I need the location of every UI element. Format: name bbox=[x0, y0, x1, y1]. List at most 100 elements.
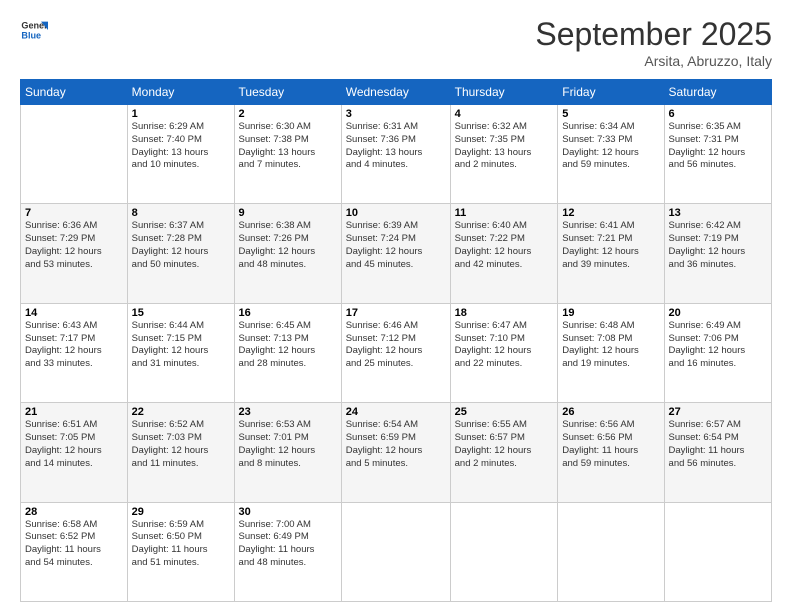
week-row: 7Sunrise: 6:36 AMSunset: 7:29 PMDaylight… bbox=[21, 204, 772, 303]
day-info: Sunrise: 6:49 AMSunset: 7:06 PMDaylight:… bbox=[669, 320, 767, 371]
day-info: Sunrise: 6:37 AMSunset: 7:28 PMDaylight:… bbox=[132, 220, 230, 271]
day-number: 8 bbox=[132, 207, 230, 219]
title-block: September 2025 Arsita, Abruzzo, Italy bbox=[535, 16, 772, 69]
table-row: 19Sunrise: 6:48 AMSunset: 7:08 PMDayligh… bbox=[558, 303, 664, 402]
table-row: 3Sunrise: 6:31 AMSunset: 7:36 PMDaylight… bbox=[341, 105, 450, 204]
table-row: 12Sunrise: 6:41 AMSunset: 7:21 PMDayligh… bbox=[558, 204, 664, 303]
day-number: 18 bbox=[455, 307, 554, 319]
table-row: 2Sunrise: 6:30 AMSunset: 7:38 PMDaylight… bbox=[234, 105, 341, 204]
day-number: 1 bbox=[132, 108, 230, 120]
table-row: 25Sunrise: 6:55 AMSunset: 6:57 PMDayligh… bbox=[450, 403, 558, 502]
table-row bbox=[558, 502, 664, 601]
table-row: 7Sunrise: 6:36 AMSunset: 7:29 PMDaylight… bbox=[21, 204, 128, 303]
svg-text:Blue: Blue bbox=[21, 30, 41, 40]
calendar-table: Sunday Monday Tuesday Wednesday Thursday… bbox=[20, 79, 772, 602]
day-info: Sunrise: 6:47 AMSunset: 7:10 PMDaylight:… bbox=[455, 320, 554, 371]
table-row: 17Sunrise: 6:46 AMSunset: 7:12 PMDayligh… bbox=[341, 303, 450, 402]
day-info: Sunrise: 6:55 AMSunset: 6:57 PMDaylight:… bbox=[455, 419, 554, 470]
day-number: 19 bbox=[562, 307, 659, 319]
day-info: Sunrise: 6:46 AMSunset: 7:12 PMDaylight:… bbox=[346, 320, 446, 371]
day-number: 4 bbox=[455, 108, 554, 120]
table-row: 23Sunrise: 6:53 AMSunset: 7:01 PMDayligh… bbox=[234, 403, 341, 502]
table-row: 8Sunrise: 6:37 AMSunset: 7:28 PMDaylight… bbox=[127, 204, 234, 303]
day-info: Sunrise: 6:34 AMSunset: 7:33 PMDaylight:… bbox=[562, 121, 659, 172]
day-number: 13 bbox=[669, 207, 767, 219]
day-number: 3 bbox=[346, 108, 446, 120]
table-row bbox=[341, 502, 450, 601]
day-info: Sunrise: 6:35 AMSunset: 7:31 PMDaylight:… bbox=[669, 121, 767, 172]
day-info: Sunrise: 6:41 AMSunset: 7:21 PMDaylight:… bbox=[562, 220, 659, 271]
col-wednesday: Wednesday bbox=[341, 80, 450, 105]
day-number: 15 bbox=[132, 307, 230, 319]
table-row: 6Sunrise: 6:35 AMSunset: 7:31 PMDaylight… bbox=[664, 105, 771, 204]
col-saturday: Saturday bbox=[664, 80, 771, 105]
month-title: September 2025 bbox=[535, 16, 772, 53]
day-number: 21 bbox=[25, 406, 123, 418]
day-info: Sunrise: 6:31 AMSunset: 7:36 PMDaylight:… bbox=[346, 121, 446, 172]
col-sunday: Sunday bbox=[21, 80, 128, 105]
logo: General Blue bbox=[20, 16, 48, 44]
day-info: Sunrise: 6:36 AMSunset: 7:29 PMDaylight:… bbox=[25, 220, 123, 271]
day-info: Sunrise: 6:30 AMSunset: 7:38 PMDaylight:… bbox=[239, 121, 337, 172]
table-row bbox=[21, 105, 128, 204]
day-info: Sunrise: 6:51 AMSunset: 7:05 PMDaylight:… bbox=[25, 419, 123, 470]
day-info: Sunrise: 6:59 AMSunset: 6:50 PMDaylight:… bbox=[132, 519, 230, 570]
day-number: 6 bbox=[669, 108, 767, 120]
general-blue-icon: General Blue bbox=[20, 16, 48, 44]
table-row: 11Sunrise: 6:40 AMSunset: 7:22 PMDayligh… bbox=[450, 204, 558, 303]
day-number: 5 bbox=[562, 108, 659, 120]
header: General Blue September 2025 Arsita, Abru… bbox=[20, 16, 772, 69]
week-row: 28Sunrise: 6:58 AMSunset: 6:52 PMDayligh… bbox=[21, 502, 772, 601]
table-row: 20Sunrise: 6:49 AMSunset: 7:06 PMDayligh… bbox=[664, 303, 771, 402]
day-info: Sunrise: 6:57 AMSunset: 6:54 PMDaylight:… bbox=[669, 419, 767, 470]
table-row: 15Sunrise: 6:44 AMSunset: 7:15 PMDayligh… bbox=[127, 303, 234, 402]
day-number: 27 bbox=[669, 406, 767, 418]
table-row: 13Sunrise: 6:42 AMSunset: 7:19 PMDayligh… bbox=[664, 204, 771, 303]
table-row: 14Sunrise: 6:43 AMSunset: 7:17 PMDayligh… bbox=[21, 303, 128, 402]
day-info: Sunrise: 7:00 AMSunset: 6:49 PMDaylight:… bbox=[239, 519, 337, 570]
col-friday: Friday bbox=[558, 80, 664, 105]
day-number: 12 bbox=[562, 207, 659, 219]
week-row: 21Sunrise: 6:51 AMSunset: 7:05 PMDayligh… bbox=[21, 403, 772, 502]
day-number: 28 bbox=[25, 506, 123, 518]
day-info: Sunrise: 6:42 AMSunset: 7:19 PMDaylight:… bbox=[669, 220, 767, 271]
day-info: Sunrise: 6:45 AMSunset: 7:13 PMDaylight:… bbox=[239, 320, 337, 371]
table-row: 22Sunrise: 6:52 AMSunset: 7:03 PMDayligh… bbox=[127, 403, 234, 502]
col-tuesday: Tuesday bbox=[234, 80, 341, 105]
table-row bbox=[450, 502, 558, 601]
day-number: 24 bbox=[346, 406, 446, 418]
day-info: Sunrise: 6:53 AMSunset: 7:01 PMDaylight:… bbox=[239, 419, 337, 470]
day-number: 22 bbox=[132, 406, 230, 418]
day-info: Sunrise: 6:32 AMSunset: 7:35 PMDaylight:… bbox=[455, 121, 554, 172]
table-row: 27Sunrise: 6:57 AMSunset: 6:54 PMDayligh… bbox=[664, 403, 771, 502]
day-number: 17 bbox=[346, 307, 446, 319]
week-row: 14Sunrise: 6:43 AMSunset: 7:17 PMDayligh… bbox=[21, 303, 772, 402]
day-info: Sunrise: 6:44 AMSunset: 7:15 PMDaylight:… bbox=[132, 320, 230, 371]
day-info: Sunrise: 6:58 AMSunset: 6:52 PMDaylight:… bbox=[25, 519, 123, 570]
table-row: 10Sunrise: 6:39 AMSunset: 7:24 PMDayligh… bbox=[341, 204, 450, 303]
day-number: 29 bbox=[132, 506, 230, 518]
day-info: Sunrise: 6:56 AMSunset: 6:56 PMDaylight:… bbox=[562, 419, 659, 470]
table-row: 18Sunrise: 6:47 AMSunset: 7:10 PMDayligh… bbox=[450, 303, 558, 402]
table-row: 24Sunrise: 6:54 AMSunset: 6:59 PMDayligh… bbox=[341, 403, 450, 502]
table-row: 29Sunrise: 6:59 AMSunset: 6:50 PMDayligh… bbox=[127, 502, 234, 601]
day-number: 26 bbox=[562, 406, 659, 418]
day-number: 23 bbox=[239, 406, 337, 418]
day-info: Sunrise: 6:54 AMSunset: 6:59 PMDaylight:… bbox=[346, 419, 446, 470]
table-row: 9Sunrise: 6:38 AMSunset: 7:26 PMDaylight… bbox=[234, 204, 341, 303]
day-number: 9 bbox=[239, 207, 337, 219]
day-number: 11 bbox=[455, 207, 554, 219]
day-info: Sunrise: 6:43 AMSunset: 7:17 PMDaylight:… bbox=[25, 320, 123, 371]
day-number: 25 bbox=[455, 406, 554, 418]
table-row bbox=[664, 502, 771, 601]
table-row: 26Sunrise: 6:56 AMSunset: 6:56 PMDayligh… bbox=[558, 403, 664, 502]
table-row: 1Sunrise: 6:29 AMSunset: 7:40 PMDaylight… bbox=[127, 105, 234, 204]
day-number: 2 bbox=[239, 108, 337, 120]
day-info: Sunrise: 6:38 AMSunset: 7:26 PMDaylight:… bbox=[239, 220, 337, 271]
day-info: Sunrise: 6:48 AMSunset: 7:08 PMDaylight:… bbox=[562, 320, 659, 371]
day-info: Sunrise: 6:40 AMSunset: 7:22 PMDaylight:… bbox=[455, 220, 554, 271]
table-row: 21Sunrise: 6:51 AMSunset: 7:05 PMDayligh… bbox=[21, 403, 128, 502]
day-number: 16 bbox=[239, 307, 337, 319]
col-monday: Monday bbox=[127, 80, 234, 105]
table-row: 4Sunrise: 6:32 AMSunset: 7:35 PMDaylight… bbox=[450, 105, 558, 204]
